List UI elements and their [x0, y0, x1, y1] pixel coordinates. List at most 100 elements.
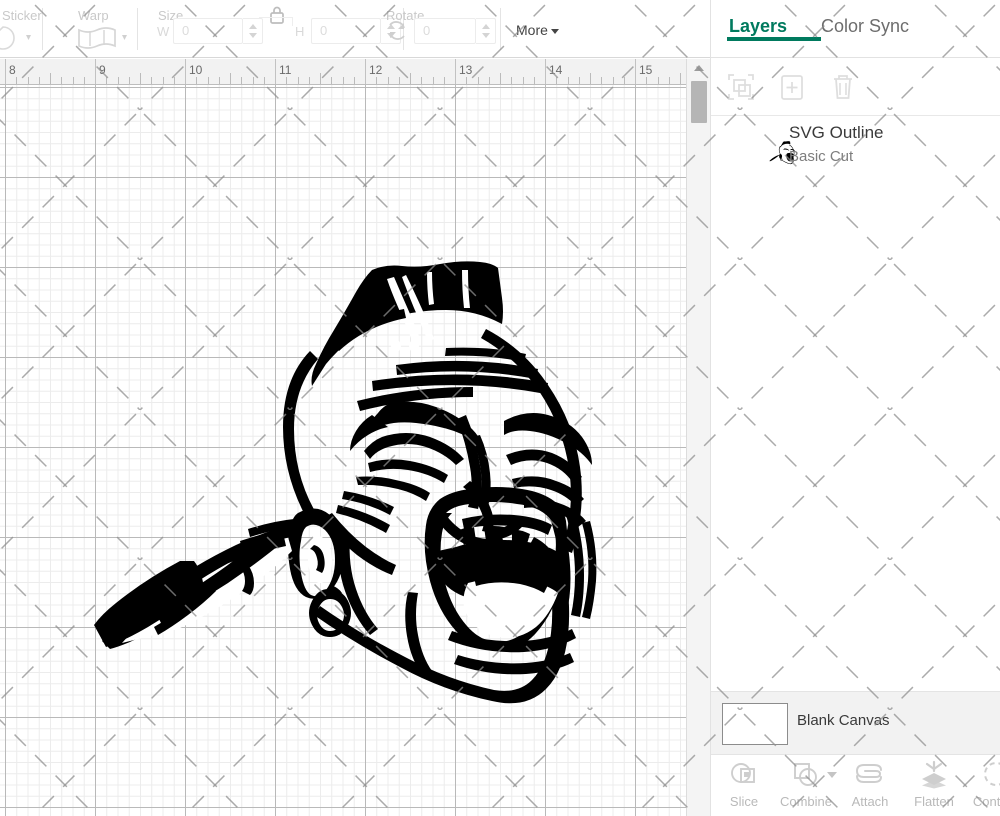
ruler-minor-tick — [264, 77, 265, 84]
ruler-minor-tick — [16, 77, 17, 84]
attach-label: Attach — [841, 794, 899, 809]
panel-tabs: Layers Color Sync — [711, 0, 1000, 58]
rotate-input[interactable]: 0 — [414, 18, 476, 44]
ruler-minor-tick — [534, 77, 535, 84]
ruler-minor-tick — [376, 77, 377, 84]
ruler-minor-tick — [343, 77, 344, 84]
size-height-input[interactable]: 0 — [311, 18, 381, 44]
tab-layers[interactable]: Layers — [729, 16, 787, 37]
ruler-minor-tick — [84, 77, 85, 84]
scrollbar-thumb[interactable] — [691, 81, 707, 123]
ruler-minor-tick — [151, 77, 152, 84]
sticker-button[interactable] — [0, 26, 36, 55]
ruler-minor-tick — [28, 77, 29, 84]
group-icon[interactable] — [725, 71, 757, 103]
combine-label: Combine — [777, 794, 835, 809]
ruler-label: 11 — [279, 63, 291, 77]
blank-canvas-thumbnail — [722, 703, 788, 745]
flatten-button[interactable]: Flatten — [905, 760, 963, 809]
design-canvas[interactable] — [0, 85, 686, 816]
layer-subtitle: Basic Cut — [789, 148, 853, 165]
tab-active-underline — [727, 37, 821, 41]
ruler-minor-tick — [241, 77, 242, 84]
caret-up-icon — [694, 65, 704, 71]
slice-button[interactable]: Slice — [715, 760, 773, 809]
ruler-minor-tick — [208, 77, 209, 84]
flatten-icon — [905, 760, 963, 790]
ruler-minor-tick — [579, 77, 580, 84]
scroll-up-button[interactable] — [687, 59, 710, 76]
app-root: Sticker Warp Siz — [0, 0, 1000, 816]
canvas-row[interactable]: Blank Canvas — [711, 691, 1000, 755]
toolbar-divider-2 — [137, 8, 138, 50]
ruler-minor-tick — [331, 77, 332, 84]
ruler-minor-tick — [219, 77, 220, 84]
chevron-down-icon — [551, 29, 559, 34]
layer-row-svg-outline[interactable]: SVG Outline Basic Cut — [711, 116, 1000, 186]
ruler-minor-tick — [140, 73, 141, 84]
chevron-down-icon[interactable] — [827, 772, 837, 778]
ruler-minor-tick — [230, 73, 231, 84]
delete-icon[interactable] — [827, 71, 859, 103]
ruler-minor-tick — [118, 77, 119, 84]
ruler-minor-tick — [388, 77, 389, 84]
size-width-stepper[interactable] — [243, 18, 263, 44]
attach-button[interactable]: Attach — [841, 760, 899, 809]
rotate-button[interactable] — [384, 19, 410, 48]
contour-button[interactable]: Contour — [967, 760, 1000, 809]
sticker-label: Sticker — [2, 8, 42, 23]
sticker-icon — [0, 26, 36, 50]
toolbar-divider-1 — [42, 8, 43, 50]
ruler-minor-tick — [174, 77, 175, 84]
toolbar-group-rotate: Rotate 0 — [382, 0, 512, 58]
ruler-minor-tick — [286, 77, 287, 84]
canvas-artwork-svg-outline[interactable] — [0, 85, 686, 816]
blank-canvas-label: Blank Canvas — [797, 712, 890, 729]
slice-label: Slice — [715, 794, 773, 809]
caret-down-icon — [482, 33, 490, 38]
warp-label: Warp — [78, 8, 109, 23]
ruler-label: 9 — [99, 63, 106, 77]
ruler-minor-tick — [163, 77, 164, 84]
ruler-minor-tick — [624, 77, 625, 84]
ruler-minor-tick — [523, 77, 524, 84]
toolbar-group-warp: Warp — [75, 0, 165, 58]
ruler-minor-tick — [680, 73, 681, 84]
ruler-minor-tick — [253, 77, 254, 84]
size-width-input[interactable]: 0 — [173, 18, 243, 44]
warp-icon — [75, 26, 131, 50]
more-button[interactable]: More — [516, 22, 559, 38]
ruler-label: 13 — [459, 63, 472, 77]
ruler-minor-tick — [669, 77, 670, 84]
horizontal-ruler[interactable]: 89101112131415 — [0, 59, 686, 85]
warp-button[interactable] — [75, 26, 131, 55]
ruler-minor-tick — [421, 77, 422, 84]
combine-button[interactable]: Combine — [777, 760, 835, 809]
rotate-stepper[interactable] — [476, 18, 496, 44]
caret-up-icon — [482, 24, 490, 29]
ruler-minor-tick — [39, 77, 40, 84]
size-width-label: W — [157, 24, 169, 39]
ruler-minor-tick — [50, 73, 51, 84]
ruler-major-tick — [545, 59, 546, 84]
layer-title: SVG Outline — [789, 123, 884, 143]
tab-color-sync[interactable]: Color Sync — [821, 16, 909, 37]
toolbar-divider-4 — [500, 8, 501, 50]
ruler-minor-tick — [61, 77, 62, 84]
ruler-minor-tick — [73, 77, 74, 84]
contour-label: Contour — [967, 794, 1000, 809]
duplicate-icon[interactable] — [776, 71, 808, 103]
ruler-minor-tick — [410, 73, 411, 84]
ruler-minor-tick — [196, 77, 197, 84]
ruler-minor-tick — [511, 77, 512, 84]
ruler-minor-tick — [309, 77, 310, 84]
ruler-label: 10 — [189, 63, 202, 77]
bottom-toolbar: Slice Combine — [711, 755, 1000, 816]
ruler-major-tick — [275, 59, 276, 84]
ruler-minor-tick — [106, 77, 107, 84]
size-height-label: H — [295, 24, 304, 39]
top-toolbar: Sticker Warp Siz — [0, 0, 710, 58]
canvas-vertical-scrollbar[interactable] — [686, 59, 710, 816]
tab-layers-label: Layers — [729, 16, 787, 36]
ruler-major-tick — [365, 59, 366, 84]
